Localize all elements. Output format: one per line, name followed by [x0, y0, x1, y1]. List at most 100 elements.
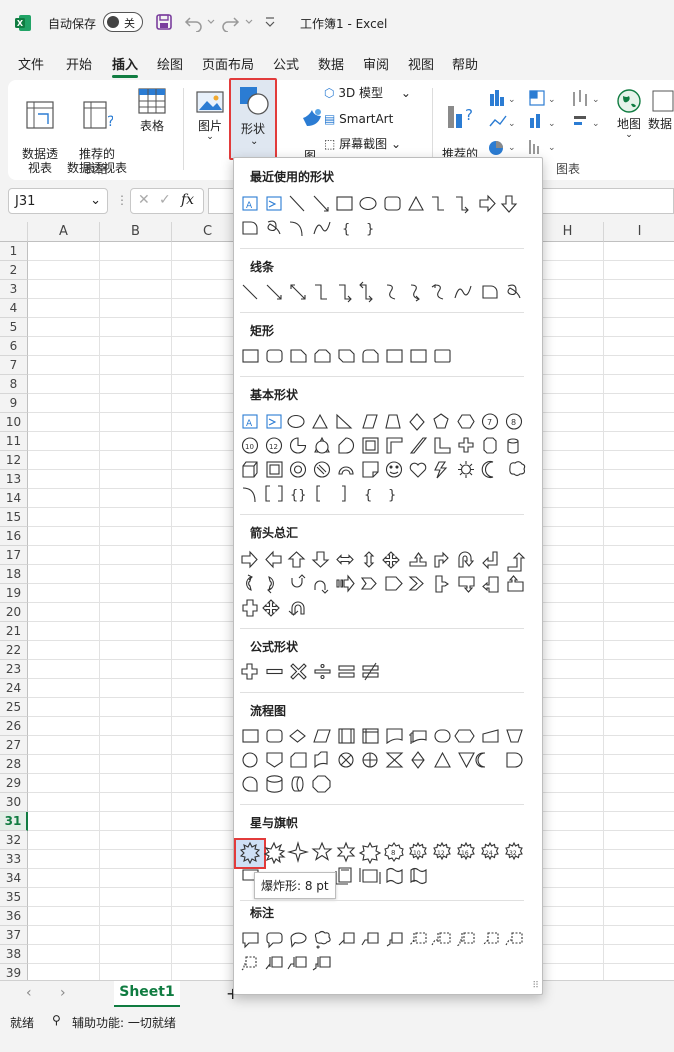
save-icon[interactable] — [155, 13, 173, 31]
row-header[interactable]: 21 — [0, 622, 28, 641]
row-header[interactable]: 38 — [0, 945, 28, 964]
row-header[interactable]: 13 — [0, 470, 28, 489]
table-button[interactable]: 表格 — [134, 86, 170, 133]
row-header[interactable]: 6 — [0, 337, 28, 356]
row-header[interactable]: 10 — [0, 413, 28, 432]
tab-formulas[interactable]: 公式 — [273, 54, 299, 73]
row-header[interactable]: 26 — [0, 717, 28, 736]
name-box[interactable]: J31 ⌄ — [8, 188, 108, 214]
pictures-button[interactable]: 图片 ⌄ — [192, 90, 228, 142]
stars-row-1[interactable]: 8 10 12 16 24 32 — [238, 840, 538, 864]
scroll-left-icon[interactable]: ‹ — [26, 985, 32, 1001]
column-header[interactable]: I — [604, 222, 674, 242]
row-header[interactable]: 31 — [0, 812, 28, 831]
callouts-row-1[interactable] — [238, 928, 538, 952]
rectangle-shapes-row[interactable] — [238, 344, 538, 368]
tab-review[interactable]: 审阅 — [363, 54, 389, 73]
map-button[interactable]: 地图 ⌄ — [614, 88, 644, 140]
row-header[interactable]: 37 — [0, 926, 28, 945]
row-header[interactable]: 8 — [0, 375, 28, 394]
flowchart-row-2[interactable] — [238, 748, 538, 772]
row-header[interactable]: 32 — [0, 831, 28, 850]
basic-shapes-row-2[interactable]: 10 12 — [238, 434, 538, 458]
accessibility-icon[interactable]: ⚲ — [52, 1013, 61, 1027]
row-header[interactable]: 18 — [0, 565, 28, 584]
row-header[interactable]: 36 — [0, 907, 28, 926]
callouts-row-2[interactable] — [238, 952, 538, 976]
tab-data[interactable]: 数据 — [318, 54, 344, 73]
row-header[interactable]: 5 — [0, 318, 28, 337]
row-header[interactable]: 1 — [0, 242, 28, 261]
row-header[interactable]: 28 — [0, 755, 28, 774]
basic-shapes-row-4[interactable]: {} { } — [238, 482, 538, 506]
tab-draw[interactable]: 绘图 — [157, 54, 183, 73]
sheet-tab-sheet1[interactable]: Sheet1 — [114, 981, 180, 1007]
flowchart-row-3[interactable] — [238, 772, 538, 796]
tab-insert[interactable]: 插入 — [112, 54, 139, 78]
row-header[interactable]: 11 — [0, 432, 28, 451]
row-header[interactable]: 23 — [0, 660, 28, 679]
row-header[interactable]: 20 — [0, 603, 28, 622]
row-header[interactable]: 39 — [0, 964, 28, 980]
recent-shapes-row-1[interactable]: A — [238, 192, 538, 216]
row-header[interactable]: 9 — [0, 394, 28, 413]
row-header[interactable]: 25 — [0, 698, 28, 717]
undo-icon[interactable] — [184, 12, 218, 32]
row-header[interactable]: 35 — [0, 888, 28, 907]
row-header[interactable]: 24 — [0, 679, 28, 698]
row-header[interactable]: 19 — [0, 584, 28, 603]
tab-help[interactable]: 帮助 — [452, 54, 478, 73]
enter-icon[interactable]: ✓ — [159, 192, 171, 208]
tab-home[interactable]: 开始 — [66, 54, 92, 73]
row-header[interactable]: 16 — [0, 527, 28, 546]
row-header[interactable]: 30 — [0, 793, 28, 812]
tab-file[interactable]: 文件 — [18, 54, 44, 73]
insert-function-icon[interactable]: fx — [181, 192, 194, 208]
basic-shapes-row-1[interactable]: A 7 8 — [238, 410, 538, 434]
3d-model-button[interactable]: ⬡ 3D 模型 ⌄ — [324, 86, 428, 100]
chevron-down-icon[interactable]: ⌄ — [90, 193, 101, 208]
row-header[interactable]: 33 — [0, 850, 28, 869]
redo-icon[interactable] — [222, 12, 256, 32]
chart-types-gallery[interactable]: ⌄ ⌄ ⌄ ⌄ ⌄ ⌄ ⌄ ⌄ — [486, 88, 610, 158]
grid-column-line — [99, 242, 100, 980]
tab-view[interactable]: 视图 — [408, 54, 434, 73]
select-all-corner[interactable] — [0, 222, 28, 242]
section-divider — [240, 628, 524, 629]
status-accessibility[interactable]: 辅助功能: 一切就绪 — [72, 1014, 176, 1031]
block-arrows-row-1[interactable] — [238, 548, 538, 572]
row-header[interactable]: 15 — [0, 508, 28, 527]
row-header[interactable]: 17 — [0, 546, 28, 565]
pivot-table-button[interactable]: 数据透 视表 — [18, 86, 62, 175]
row-header[interactable]: 34 — [0, 869, 28, 888]
cancel-icon[interactable]: ✕ — [138, 192, 150, 208]
autosave-toggle[interactable]: 关 — [103, 12, 143, 32]
row-header[interactable]: 7 — [0, 356, 28, 375]
row-header[interactable]: 2 — [0, 261, 28, 280]
line-shapes-row[interactable] — [238, 280, 538, 304]
flowchart-row-1[interactable] — [238, 724, 538, 748]
screenshot-button[interactable]: ⬚ 屏幕截图 ⌄ — [324, 137, 428, 151]
equation-shapes-row[interactable] — [238, 660, 538, 684]
row-header[interactable]: 3 — [0, 280, 28, 299]
row-header[interactable]: 22 — [0, 641, 28, 660]
resize-grip-icon[interactable]: ⠿ — [532, 981, 539, 991]
column-header[interactable]: B — [100, 222, 172, 242]
column-header[interactable]: A — [28, 222, 100, 242]
row-header[interactable]: 14 — [0, 489, 28, 508]
basic-shapes-row-3[interactable] — [238, 458, 538, 482]
row-header[interactable]: 12 — [0, 451, 28, 470]
smartart-button[interactable]: ▤ SmartArt — [324, 112, 428, 126]
block-arrows-row-3[interactable] — [238, 596, 538, 620]
pivot-chart-button[interactable]: 数据 — [648, 88, 674, 131]
customize-qat-icon[interactable] — [264, 16, 276, 28]
row-header[interactable]: 27 — [0, 736, 28, 755]
row-header[interactable]: 29 — [0, 774, 28, 793]
recent-shapes-row-2[interactable]: { } — [238, 216, 538, 240]
scroll-right-icon[interactable]: › — [60, 985, 66, 1001]
pivot-chart-icon — [652, 90, 674, 112]
tab-page-layout[interactable]: 页面布局 — [202, 54, 254, 73]
block-arrows-row-2[interactable] — [238, 572, 538, 596]
row-header[interactable]: 4 — [0, 299, 28, 318]
shapes-button[interactable]: 形状 ⌄ — [229, 78, 277, 160]
